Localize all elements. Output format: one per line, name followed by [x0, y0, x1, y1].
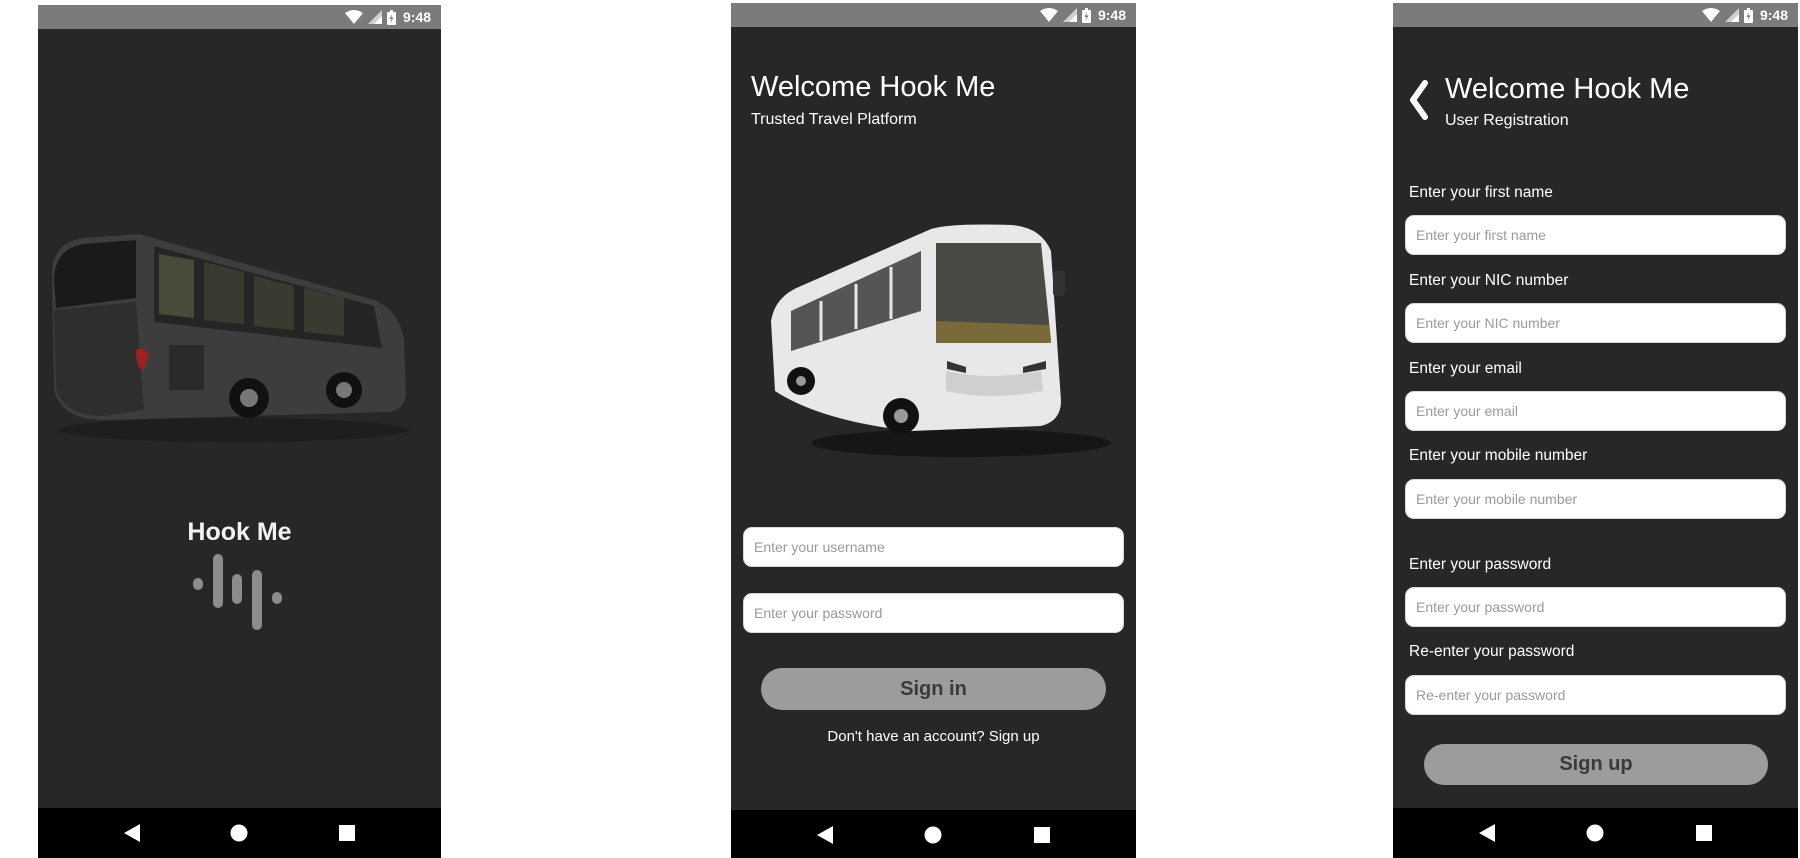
- back-triangle-icon[interactable]: [117, 818, 147, 848]
- signal-icon: [1062, 8, 1077, 22]
- navigation-bar: [1393, 808, 1798, 858]
- sign-up-button[interactable]: Sign up: [1424, 744, 1768, 785]
- battery-icon: [1743, 7, 1753, 23]
- battery-icon: [1081, 7, 1091, 23]
- white-bus-image: [771, 224, 1111, 457]
- password-input[interactable]: [743, 593, 1124, 633]
- dark-bus-image: [52, 234, 409, 442]
- registration-screen: 9:48 Welcome Hook Me User Registration E…: [1393, 3, 1798, 858]
- email-input[interactable]: [1405, 391, 1786, 431]
- recents-square-icon[interactable]: [1027, 820, 1057, 850]
- home-circle-icon[interactable]: [1580, 818, 1610, 848]
- navigation-bar: [731, 810, 1136, 858]
- confirm-password-label: Re-enter your password: [1409, 643, 1575, 660]
- nic-label: Enter your NIC number: [1409, 272, 1569, 289]
- status-bar: 9:48: [1393, 3, 1798, 27]
- battery-icon: [386, 9, 396, 25]
- chevron-left-icon[interactable]: [1405, 75, 1435, 125]
- status-bar: 9:48: [731, 3, 1136, 27]
- page-title: Welcome Hook Me: [1445, 73, 1690, 105]
- wifi-icon: [1039, 8, 1058, 22]
- first-name-input[interactable]: [1405, 215, 1786, 255]
- mobile-input[interactable]: [1405, 479, 1786, 519]
- back-triangle-icon[interactable]: [1472, 818, 1502, 848]
- signal-icon: [1724, 8, 1739, 22]
- home-circle-icon[interactable]: [918, 820, 948, 850]
- mobile-label: Enter your mobile number: [1409, 447, 1588, 464]
- recents-square-icon[interactable]: [1689, 818, 1719, 848]
- home-circle-icon[interactable]: [224, 818, 254, 848]
- back-triangle-icon[interactable]: [810, 820, 840, 850]
- signup-link[interactable]: Don't have an account? Sign up: [731, 728, 1136, 745]
- status-bar: 9:48: [38, 5, 441, 29]
- wifi-icon: [1701, 8, 1720, 22]
- navigation-bar: [38, 808, 441, 858]
- username-input[interactable]: [743, 527, 1124, 567]
- clock: 9:48: [1097, 7, 1126, 23]
- page-title: Welcome Hook Me: [751, 71, 996, 103]
- email-label: Enter your email: [1409, 360, 1522, 377]
- first-name-label: Enter your first name: [1409, 184, 1553, 201]
- confirm-password-input[interactable]: [1405, 675, 1786, 715]
- recents-square-icon[interactable]: [332, 818, 362, 848]
- wifi-icon: [344, 10, 363, 24]
- login-screen: 9:48 Welcome Hook Me Trusted Travel Plat…: [731, 3, 1136, 858]
- nic-input[interactable]: [1405, 303, 1786, 343]
- page-subtitle: User Registration: [1445, 112, 1569, 129]
- page-subtitle: Trusted Travel Platform: [751, 111, 917, 128]
- splash-screen: 9:48 Hook Me: [38, 5, 441, 858]
- password-label: Enter your password: [1409, 556, 1552, 573]
- clock: 9:48: [402, 9, 431, 25]
- clock: 9:48: [1759, 7, 1788, 23]
- voice-wave-icon: [193, 554, 282, 630]
- password-input[interactable]: [1405, 587, 1786, 627]
- sign-in-button[interactable]: Sign in: [761, 668, 1106, 710]
- app-name: Hook Me: [187, 518, 292, 546]
- signal-icon: [367, 10, 382, 24]
